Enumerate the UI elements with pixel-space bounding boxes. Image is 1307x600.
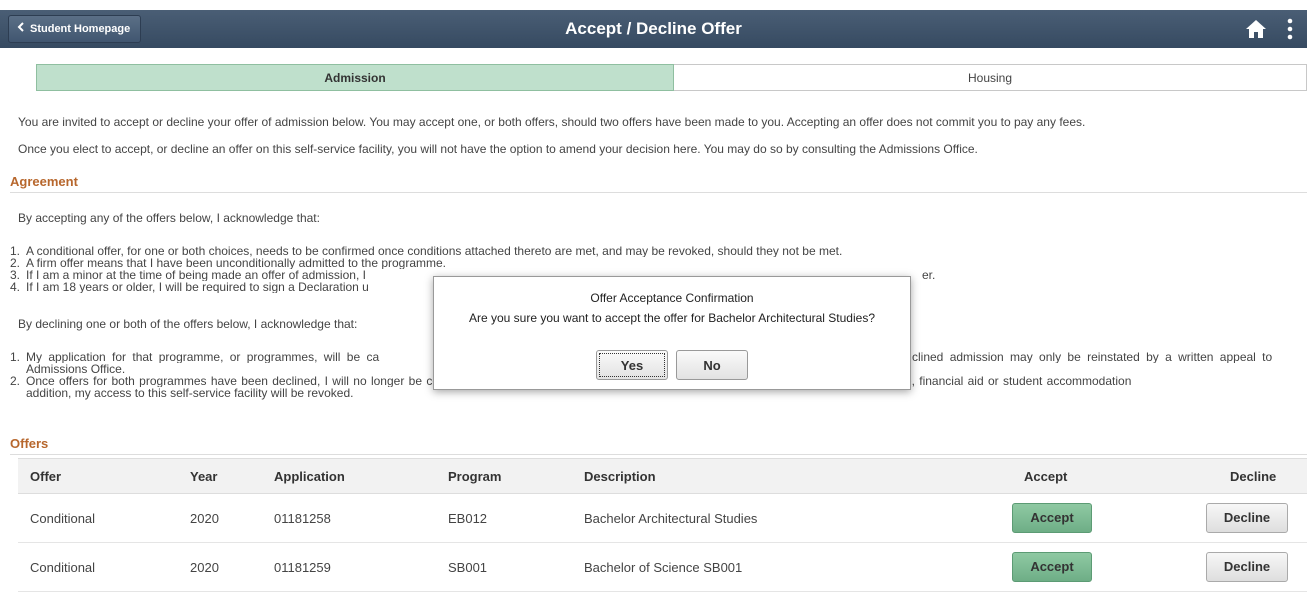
decline-button[interactable]: Decline <box>1206 503 1288 533</box>
page-title: Accept / Decline Offer <box>565 19 742 38</box>
accept-acknowledgement: By accepting any of the offers below, I … <box>10 212 1307 224</box>
list-item: 2. A firm offer means that I have been un… <box>10 257 447 269</box>
dialog-title: Offer Acceptance Confirmation <box>590 291 754 305</box>
intro-line-2: Once you elect to accept, or decline an … <box>18 142 978 156</box>
tab-housing[interactable]: Housing <box>674 64 1307 91</box>
offer-application: 01181259 <box>262 542 436 592</box>
offer-program: EB012 <box>436 493 572 543</box>
accept-intro: By accepting any of the offers below, I … <box>18 211 320 225</box>
offer-program: SB001 <box>436 542 572 592</box>
top-bar: Student Homepage Accept / Decline Offer <box>0 0 1307 48</box>
offer-type: Conditional <box>18 542 178 592</box>
intro-line-1: You are invited to accept or decline you… <box>18 115 1086 129</box>
dialog-message: Are you sure you want to accept the offe… <box>468 311 875 325</box>
confirmation-dialog: Offer Acceptance Confirmation Are you su… <box>433 276 911 390</box>
offer-description: Bachelor of Science SB001 <box>572 542 1012 592</box>
column-header-decline: Decline <box>1200 458 1307 494</box>
offers-table: Offer Year Application Program Descripti… <box>18 458 1307 592</box>
vertical-dots-icon[interactable] <box>1287 18 1293 43</box>
list-item: 1. A conditional offer, for one or both c… <box>10 245 843 257</box>
table-header-row: Offer Year Application Program Descripti… <box>18 458 1307 494</box>
decline-button[interactable]: Decline <box>1206 552 1288 582</box>
column-header-offer: Offer <box>18 458 178 494</box>
dialog-buttons: Yes No <box>434 350 910 380</box>
yes-button[interactable]: Yes <box>596 350 668 380</box>
table-row: Conditional 2020 01181259 SB001 Bachelor… <box>18 542 1307 592</box>
table-row: Conditional 2020 01181258 EB012 Bachelor… <box>18 493 1307 543</box>
tab-bar: Admission Housing <box>36 64 1307 91</box>
column-header-application: Application <box>262 458 436 494</box>
column-header-year: Year <box>178 458 262 494</box>
column-header-accept: Accept <box>1012 458 1200 494</box>
offer-year: 2020 <box>178 542 262 592</box>
offer-description: Bachelor Architectural Studies <box>572 493 1012 543</box>
home-icon[interactable] <box>1245 19 1267 42</box>
column-header-program: Program <box>436 458 572 494</box>
accept-button[interactable]: Accept <box>1012 503 1092 533</box>
no-button[interactable]: No <box>676 350 748 380</box>
column-header-description: Description <box>572 458 1012 494</box>
offer-application: 01181258 <box>262 493 436 543</box>
tab-admission[interactable]: Admission <box>36 64 674 91</box>
agreement-heading: Agreement <box>10 174 1307 193</box>
offer-type: Conditional <box>18 493 178 543</box>
offers-heading: Offers <box>10 436 1307 455</box>
offer-year: 2020 <box>178 493 262 543</box>
accept-button[interactable]: Accept <box>1012 552 1092 582</box>
